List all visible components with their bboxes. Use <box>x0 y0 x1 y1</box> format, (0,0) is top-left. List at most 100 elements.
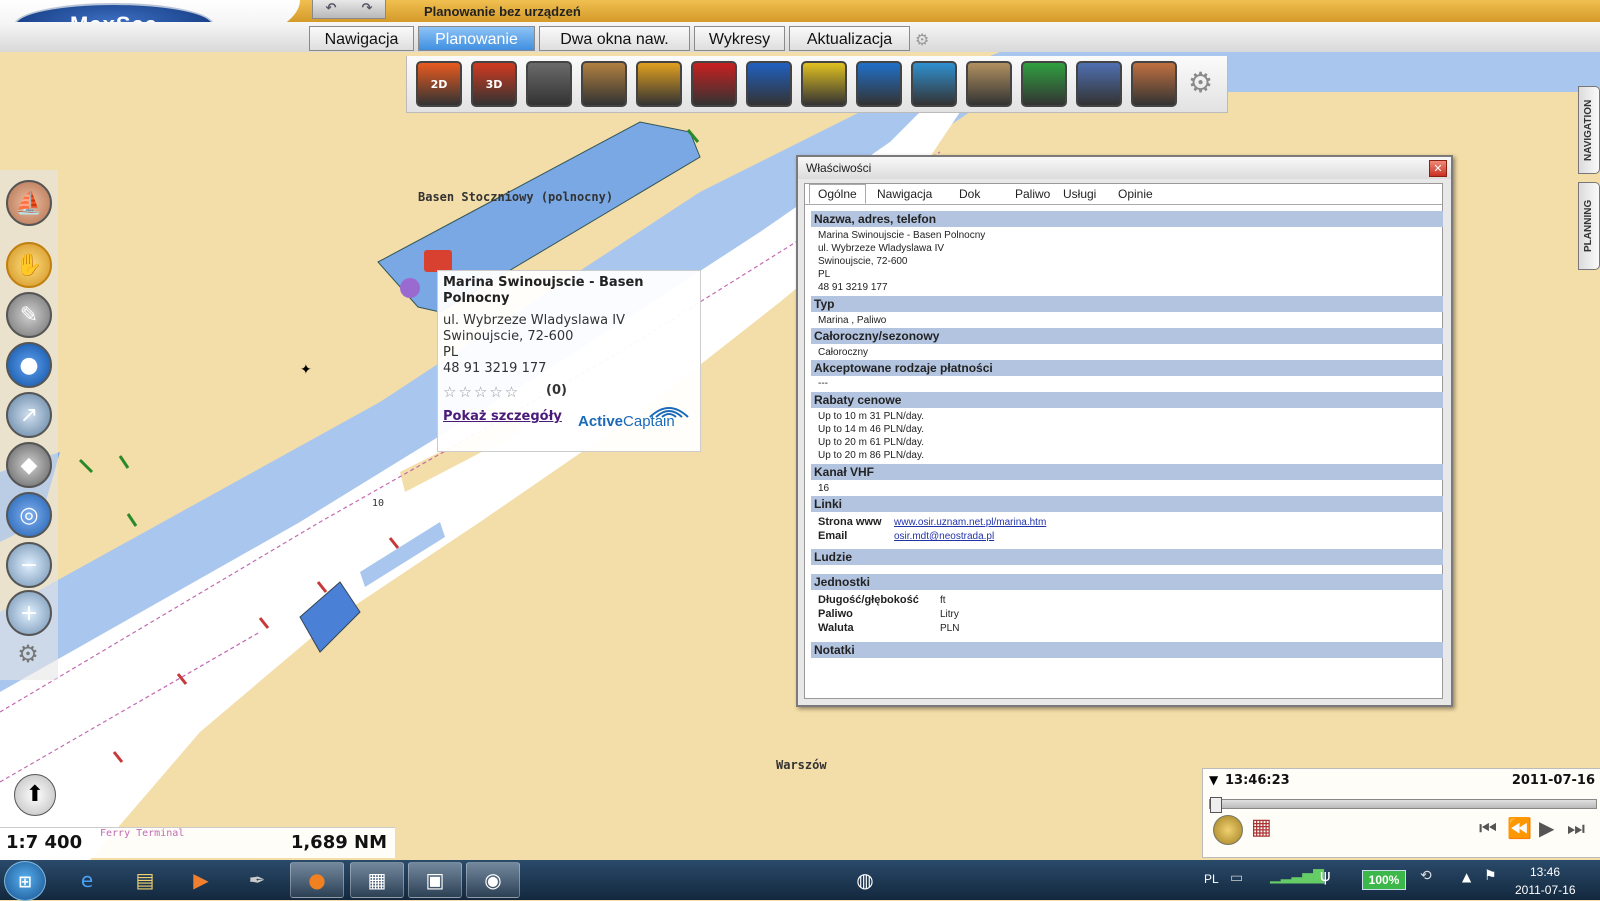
time-slider[interactable] <box>1209 797 1597 813</box>
chart-2d-icon[interactable]: 2D <box>416 61 462 107</box>
photo-overlay-icon[interactable] <box>526 61 572 107</box>
tabs-settings-icon[interactable]: ⚙ <box>915 30 929 49</box>
internet-explorer-icon[interactable]: e <box>60 862 114 898</box>
tab-ogolne[interactable]: Ogólne <box>809 184 866 204</box>
www-label: Strona www <box>818 516 882 528</box>
close-icon[interactable]: ✕ <box>1429 160 1447 177</box>
map-label-terminal: Ferry Terminal <box>100 828 185 839</box>
zoom-in-icon[interactable]: + <box>6 590 52 636</box>
weather-cloud-icon[interactable] <box>966 61 1012 107</box>
tab-opinie[interactable]: Opinie <box>1118 187 1153 201</box>
pan-hand-icon[interactable]: ✋ <box>6 242 52 288</box>
brand-bold: Active <box>578 413 624 430</box>
language-indicator[interactable]: PL <box>1204 872 1219 886</box>
wind-arrows-icon[interactable] <box>856 61 902 107</box>
download-weather-icon[interactable] <box>911 61 957 107</box>
chart-3d-icon[interactable]: 3D <box>471 61 517 107</box>
popup-marina-name: Marina Swinoujscie - Basen Polnocny <box>443 275 644 306</box>
mode-title: Planowanie bez urządzeń <box>424 4 581 19</box>
section-type: Typ <box>811 296 1443 312</box>
show-details-link[interactable]: Pokaż szczegóły <box>443 409 562 424</box>
www-link[interactable]: www.osir.uznam.net.pl/marina.htm <box>894 517 1046 528</box>
firefox-icon[interactable]: ● <box>290 862 344 898</box>
redo-icon[interactable]: ↷ <box>349 0 385 18</box>
time-panel: ▼ 13:46:23 2011-07-16 ▦ ⏮ ⏪ ▶ ⏭ <box>1202 768 1600 858</box>
time-slider-thumb[interactable] <box>1210 797 1222 813</box>
section-vhf: Kanał VHF <box>811 464 1443 480</box>
marina-popup: Marina Swinoujscie - Basen Polnocny ul. … <box>437 270 701 452</box>
section-people: Ludzie <box>811 549 1443 565</box>
wind-barbs-icon[interactable] <box>1021 61 1067 107</box>
boat-icon[interactable] <box>691 61 737 107</box>
radar-icon[interactable] <box>1131 61 1177 107</box>
table-icon[interactable] <box>1076 61 1122 107</box>
svg-text:✦: ✦ <box>300 362 312 378</box>
side-tab-navigation[interactable]: NAVIGATION <box>1578 86 1600 174</box>
side-tab-planning[interactable]: PLANNING <box>1578 182 1600 270</box>
play-icon[interactable]: ▶ <box>1539 816 1554 840</box>
sea-temperature-icon[interactable] <box>636 61 682 107</box>
main-tabs: Nawigacja Planowanie Dwa okna naw. Wykre… <box>0 22 1600 52</box>
rating-stars-icon[interactable]: ☆☆☆☆☆ <box>443 383 520 401</box>
section-notes: Notatki <box>811 642 1443 658</box>
wireless-icon[interactable]: ψ <box>1320 866 1331 885</box>
toolbar-settings-icon[interactable]: ⚙ <box>1188 66 1213 99</box>
clock-sync-icon[interactable] <box>1213 815 1243 845</box>
section-payments: Akceptowane rodzaje płatności <box>811 360 1443 376</box>
skip-end-icon[interactable]: ⏭ <box>1567 816 1585 840</box>
skip-start-icon[interactable]: ⏮ <box>1479 816 1497 840</box>
show-hidden-icons-icon[interactable]: ▲ <box>1462 870 1471 884</box>
rate-line: Up to 10 m 31 PLN/day. <box>818 411 924 422</box>
rate-line: Up to 14 m 46 PLN/day. <box>818 424 924 435</box>
mark-tool-icon[interactable]: ● <box>6 342 52 388</box>
tab-wykresy[interactable]: Wykresy <box>694 26 785 51</box>
currency-label: Waluta <box>818 622 854 634</box>
map-label-basin: Basen Stoczniowy (polnocny) <box>418 190 614 204</box>
media-player-icon[interactable]: ▶ <box>174 862 228 898</box>
properties-dialog: Właściwości ✕ Ogólne Nawigacja Dok Paliw… <box>796 155 1453 707</box>
power-icon[interactable]: ⟲ <box>1420 868 1432 884</box>
clock-time[interactable]: 13:46 <box>1530 865 1560 879</box>
compass-tool-icon[interactable]: ✎ <box>6 292 52 338</box>
fuel-label: Paliwo <box>818 608 853 620</box>
currents-icon[interactable] <box>801 61 847 107</box>
tab-nawigacja[interactable]: Nawigacja <box>309 26 414 51</box>
calendar-icon[interactable]: ▦ <box>1251 815 1272 840</box>
route-tool-icon[interactable]: ↗ <box>6 392 52 438</box>
satellite-photo-icon[interactable] <box>581 61 627 107</box>
start-button[interactable]: ⊞ <box>4 861 46 901</box>
file-explorer-icon[interactable]: ▤ <box>118 862 172 898</box>
tab-aktualizacja[interactable]: Aktualizacja <box>789 26 910 51</box>
tab-paliwo[interactable]: Paliwo <box>1015 187 1050 201</box>
keyboard-icon[interactable]: ▭ <box>1230 870 1243 886</box>
tab-nawigacja-props[interactable]: Nawigacja <box>877 187 932 201</box>
zoom-out-icon[interactable]: − <box>6 542 52 588</box>
tab-uslugi[interactable]: Usługi <box>1063 187 1096 201</box>
area-tool-icon[interactable]: ◆ <box>6 442 52 488</box>
left-tool-panel: ⛵ ✋ ✎ ● ↗ ◆ ◎ − + ⚙ <box>0 170 58 680</box>
collapse-icon[interactable]: ▼ <box>1209 773 1218 787</box>
tools-settings-icon[interactable]: ⚙ <box>12 638 44 670</box>
signal-strength-icon[interactable]: ▁▂▃▅▇ <box>1270 868 1324 884</box>
battery-indicator[interactable]: 100% <box>1362 870 1406 890</box>
boat-tool-icon[interactable]: ⛵ <box>6 180 52 226</box>
email-link[interactable]: osir.mdt@neostrada.pl <box>894 531 994 542</box>
pen-tool-icon[interactable]: ✒ <box>230 862 284 898</box>
remote-desktop-icon[interactable]: ▦ <box>350 862 404 898</box>
tab-dwa-okna[interactable]: Dwa okna naw. <box>539 26 690 51</box>
tab-dok[interactable]: Dok <box>959 187 980 201</box>
tides-icon[interactable] <box>746 61 792 107</box>
action-center-flag-icon[interactable]: ⚑ <box>1484 868 1497 884</box>
maxsea-taskbar-icon[interactable]: ◉ <box>466 862 520 898</box>
chart-scale: 1:7 400 <box>6 832 83 853</box>
lifebuoy-icon[interactable]: ◎ <box>6 492 52 538</box>
rewind-icon[interactable]: ⏪ <box>1507 816 1532 840</box>
car-app-icon[interactable]: ◍ <box>838 862 892 898</box>
undo-icon[interactable]: ↶ <box>313 0 349 18</box>
save-disk-icon[interactable]: ▣ <box>408 862 462 898</box>
north-compass-icon[interactable]: ⬆ <box>14 774 56 816</box>
clock-date[interactable]: 2011-07-16 <box>1515 883 1576 897</box>
seasonal-value: Całoroczny <box>818 347 869 358</box>
rate-line: Up to 20 m 86 PLN/day. <box>818 450 924 461</box>
tab-planowanie[interactable]: Planowanie <box>418 26 535 51</box>
